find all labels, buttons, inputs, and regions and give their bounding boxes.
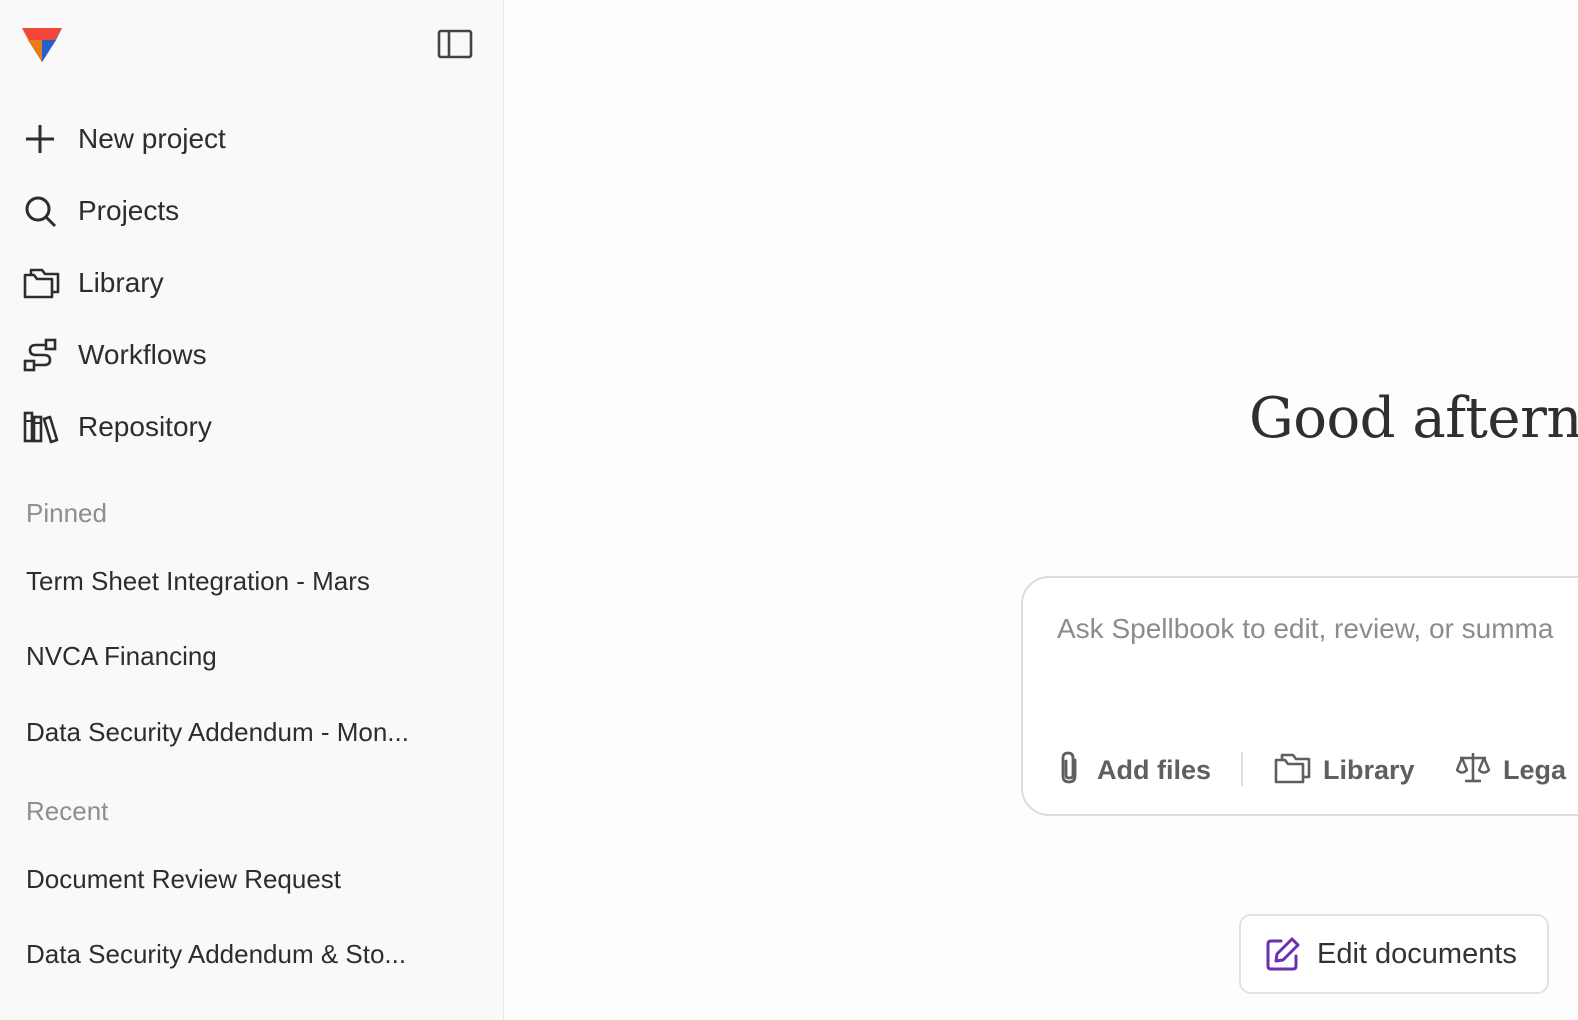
folders-icon: [22, 263, 62, 303]
nav-library[interactable]: Library: [22, 258, 472, 308]
paperclip-icon: [1055, 750, 1085, 791]
main-panel: Good afternc Add files Library Lega: [505, 0, 1578, 1020]
toggle-sidebar-icon[interactable]: [436, 26, 474, 62]
nav-repository[interactable]: Repository: [22, 402, 472, 452]
nav-workflows[interactable]: Workflows: [22, 330, 472, 380]
library-button[interactable]: Library: [1273, 748, 1415, 792]
recent-item[interactable]: Document Review Request: [26, 864, 456, 895]
sidebar: New project Projects Library Workflows R…: [0, 0, 504, 1020]
pinned-section-label: Pinned: [26, 498, 107, 528]
nav-label: New project: [78, 123, 226, 154]
pinned-item[interactable]: NVCA Financing: [26, 641, 456, 672]
spellbook-logo-icon[interactable]: [20, 24, 64, 64]
recent-item[interactable]: Data Security Addendum & Sto...: [26, 939, 456, 970]
tool-label: Add files: [1097, 754, 1212, 785]
chip-label: Edit documents: [1317, 937, 1517, 970]
nav-projects[interactable]: Projects: [22, 186, 472, 236]
nav-label: Workflows: [78, 339, 207, 370]
recent-section-label: Recent: [26, 796, 109, 826]
workflow-icon: [22, 335, 62, 375]
prompt-input[interactable]: [1055, 612, 1578, 646]
edit-icon: [1266, 937, 1300, 971]
nav-new-project[interactable]: New project: [22, 114, 472, 164]
pinned-item[interactable]: Data Security Addendum - Mon...: [26, 717, 456, 748]
search-icon: [22, 191, 62, 231]
pinned-item[interactable]: Term Sheet Integration - Mars: [26, 566, 456, 597]
nav-label: Repository: [78, 411, 212, 442]
nav-label: Library: [78, 267, 164, 298]
tool-divider: [1241, 752, 1243, 786]
books-icon: [22, 407, 62, 447]
edit-documents-chip[interactable]: Edit documents: [1239, 914, 1549, 994]
tool-label: Lega: [1503, 754, 1567, 785]
tool-label: Library: [1323, 754, 1415, 785]
composer: Add files Library Lega: [1021, 576, 1578, 816]
add-files-button[interactable]: Add files: [1055, 748, 1211, 792]
greeting-heading: Good afternc: [1249, 386, 1578, 451]
folders-icon: [1273, 750, 1311, 791]
nav-label: Projects: [78, 195, 180, 226]
scale-icon: [1455, 750, 1491, 791]
legal-button[interactable]: Lega: [1455, 748, 1566, 792]
plus-icon: [22, 119, 62, 159]
